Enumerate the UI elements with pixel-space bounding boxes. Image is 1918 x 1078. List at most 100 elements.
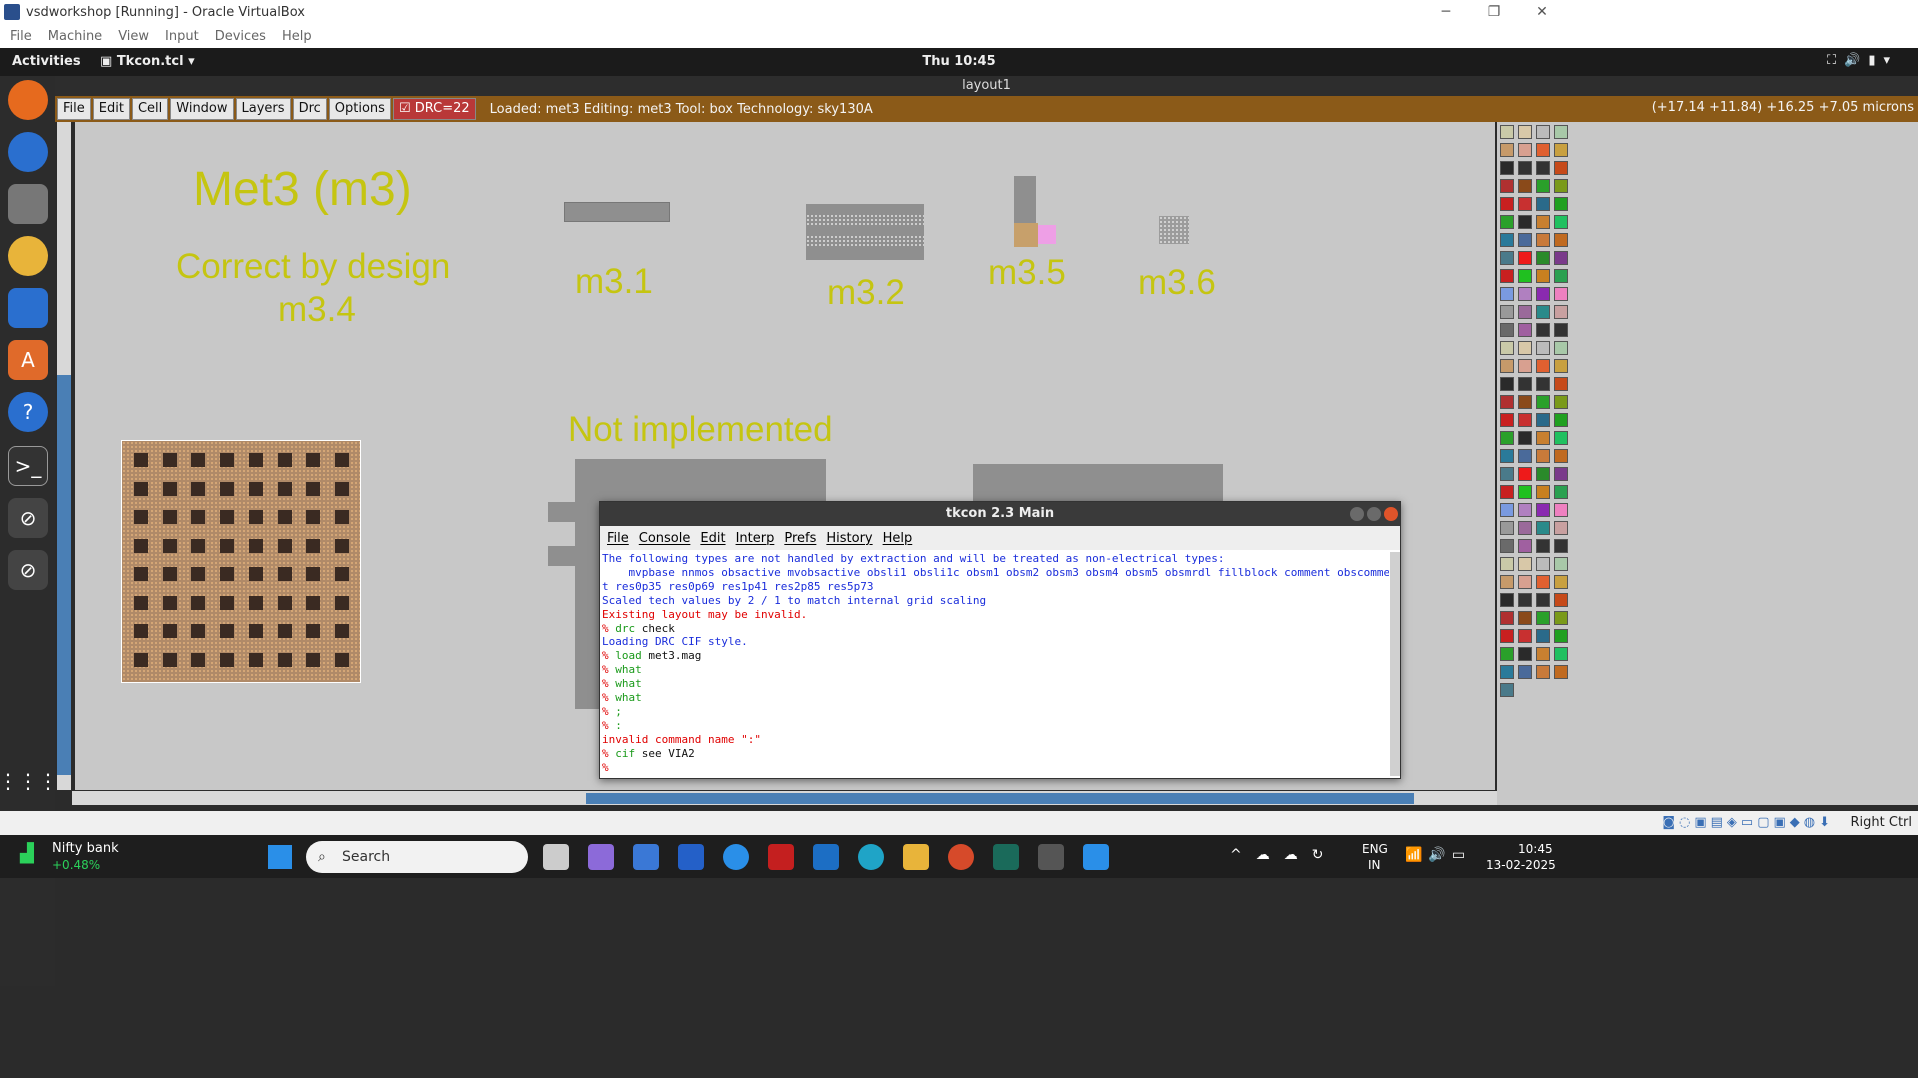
layer-swatch[interactable]	[1518, 305, 1532, 319]
layer-swatch[interactable]	[1500, 557, 1514, 571]
host-menu-machine[interactable]: Machine	[48, 29, 102, 44]
software-icon[interactable]: A	[8, 340, 48, 380]
layer-swatch[interactable]	[1554, 251, 1568, 265]
tkcon-menu-console[interactable]: Console	[639, 531, 691, 546]
restore-icon[interactable]: ❐	[1472, 0, 1516, 24]
stock-name[interactable]: Nifty bank	[52, 841, 119, 856]
layer-swatch[interactable]	[1500, 485, 1514, 499]
layer-swatch[interactable]	[1554, 593, 1568, 607]
mylp-icon[interactable]	[678, 844, 704, 870]
layer-swatch[interactable]	[1518, 323, 1532, 337]
host-menu-devices[interactable]: Devices	[215, 29, 266, 44]
layer-swatch[interactable]	[1536, 647, 1550, 661]
tkcon-minimize-icon[interactable]	[1350, 507, 1364, 521]
layer-swatch[interactable]	[1536, 197, 1550, 211]
virtualbox-taskbar-icon[interactable]	[993, 844, 1019, 870]
layer-swatch[interactable]	[1500, 611, 1514, 625]
layer-swatch[interactable]	[1554, 413, 1568, 427]
layer-swatch[interactable]	[1500, 197, 1514, 211]
layer-swatch[interactable]	[1518, 287, 1532, 301]
layer-swatch[interactable]	[1518, 143, 1532, 157]
magic-app-icon[interactable]: ⊘	[8, 498, 48, 538]
tray-icons[interactable]: ^☁☁↻	[1230, 847, 1337, 863]
firefox-icon[interactable]	[8, 80, 48, 120]
layer-swatch[interactable]	[1554, 269, 1568, 283]
layer-swatch[interactable]	[1536, 413, 1550, 427]
tkcon-maximize-icon[interactable]	[1367, 507, 1381, 521]
help-icon[interactable]: ?	[8, 392, 48, 432]
layer-swatch[interactable]	[1554, 557, 1568, 571]
layer-swatch[interactable]	[1536, 161, 1550, 175]
copilot-icon[interactable]	[588, 844, 614, 870]
drc-count-button[interactable]: ☑ DRC=22	[392, 98, 476, 120]
app-taskbar-icon[interactable]	[1038, 844, 1064, 870]
layer-swatch[interactable]	[1500, 539, 1514, 553]
layer-swatch[interactable]	[1554, 647, 1568, 661]
thunderbird-icon[interactable]	[8, 132, 48, 172]
layer-swatch[interactable]	[1554, 611, 1568, 625]
layer-swatch[interactable]	[1536, 575, 1550, 589]
layer-swatch[interactable]	[1536, 323, 1550, 337]
tkcon-menu-help[interactable]: Help	[883, 531, 913, 546]
tkcon-app-icon[interactable]: ⊘	[8, 550, 48, 590]
layer-swatch[interactable]	[1554, 575, 1568, 589]
layer-swatch[interactable]	[1518, 377, 1532, 391]
layer-swatch[interactable]	[1500, 251, 1514, 265]
host-menu-file[interactable]: File	[10, 29, 32, 44]
layer-swatch[interactable]	[1536, 629, 1550, 643]
layer-swatch[interactable]	[1500, 449, 1514, 463]
layer-swatch[interactable]	[1536, 431, 1550, 445]
chrome-icon[interactable]	[948, 844, 974, 870]
layer-swatch[interactable]	[1554, 521, 1568, 535]
layer-swatch[interactable]	[1536, 179, 1550, 193]
layer-swatch[interactable]	[1554, 665, 1568, 679]
host-menu-help[interactable]: Help	[282, 29, 312, 44]
layer-swatch[interactable]	[1518, 467, 1532, 481]
layer-swatch[interactable]	[1554, 341, 1568, 355]
layer-swatch[interactable]	[1500, 269, 1514, 283]
layer-swatch[interactable]	[1536, 233, 1550, 247]
layer-swatch[interactable]	[1500, 323, 1514, 337]
via-array[interactable]	[121, 440, 361, 683]
layer-swatch[interactable]	[1518, 233, 1532, 247]
layer-swatch[interactable]	[1500, 683, 1514, 697]
layer-swatch[interactable]	[1500, 665, 1514, 679]
layer-swatch[interactable]	[1536, 305, 1550, 319]
layer-swatch[interactable]	[1500, 377, 1514, 391]
host-status-icons[interactable]: ◙◌▣▤◈▭▢▣◆◍⬇	[1662, 815, 1834, 830]
layer-swatch[interactable]	[1536, 269, 1550, 283]
tkcon-menu-file[interactable]: File	[607, 531, 629, 546]
layer-swatch[interactable]	[1518, 521, 1532, 535]
layer-swatch[interactable]	[1500, 143, 1514, 157]
vertical-scroll-thumb[interactable]	[57, 375, 71, 775]
layer-swatch[interactable]	[1554, 233, 1568, 247]
layer-swatch[interactable]	[1500, 593, 1514, 607]
terminal-icon[interactable]: >_	[8, 446, 48, 486]
layer-swatch[interactable]	[1518, 629, 1532, 643]
layer-swatch[interactable]	[1500, 467, 1514, 481]
network-sound-battery-icons[interactable]: 📶🔊▭	[1405, 847, 1471, 863]
layer-swatch[interactable]	[1536, 539, 1550, 553]
photos-icon[interactable]	[1083, 844, 1109, 870]
layer-swatch[interactable]	[1518, 251, 1532, 265]
layer-swatch[interactable]	[1554, 629, 1568, 643]
taskbar-search[interactable]: ⌕ Search	[306, 841, 528, 873]
layer-swatch[interactable]	[1554, 161, 1568, 175]
layer-swatch[interactable]	[1500, 359, 1514, 373]
show-apps-icon[interactable]: ⋮⋮⋮	[0, 761, 58, 801]
magic-menu-cell[interactable]: Cell	[131, 98, 169, 120]
m3-6-shape[interactable]	[1159, 216, 1189, 244]
close-icon[interactable]: ✕	[1520, 0, 1564, 24]
magic-menu-drc[interactable]: Drc	[292, 98, 327, 120]
layer-swatch[interactable]	[1536, 521, 1550, 535]
layer-swatch[interactable]	[1554, 179, 1568, 193]
not-implemented-right-shape[interactable]	[973, 464, 1223, 504]
layer-swatch[interactable]	[1500, 179, 1514, 193]
layer-swatch[interactable]	[1554, 485, 1568, 499]
windows-start-icon[interactable]	[268, 845, 292, 869]
taskbar-time[interactable]: 10:45	[1518, 842, 1553, 856]
layer-swatch[interactable]	[1518, 179, 1532, 193]
layer-swatch[interactable]	[1518, 125, 1532, 139]
layer-swatch[interactable]	[1536, 611, 1550, 625]
tkcon-scrollbar[interactable]	[1390, 552, 1400, 776]
